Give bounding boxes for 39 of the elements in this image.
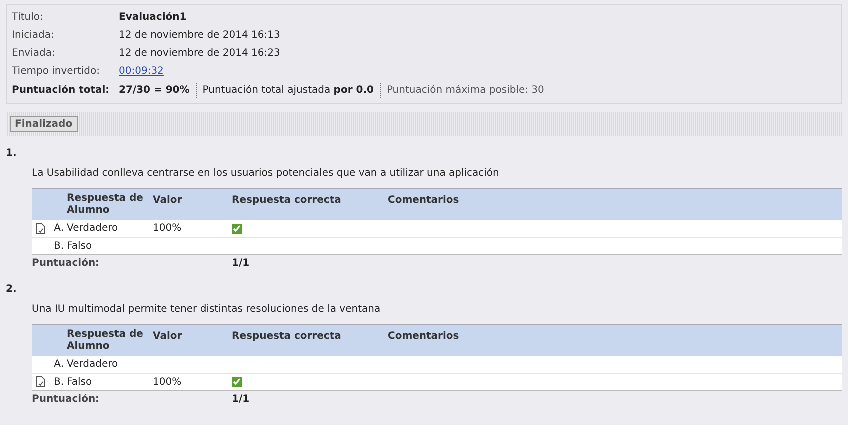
question-text: Una IU multimodal permite tener distintas resoluciones de la ventana (32, 303, 382, 317)
column-header: Comentarios (388, 194, 460, 208)
column-header: Valor (153, 330, 184, 344)
field-label: Título: (12, 10, 44, 24)
answer-text: Falso (67, 376, 94, 390)
column-header: Respuesta de Alumno (67, 193, 144, 218)
column-header: Respuesta correcta (232, 194, 342, 208)
answer-text: Verdadero (67, 358, 120, 372)
column-header: Respuesta correcta (232, 330, 342, 344)
adjusted-score: Puntuación total ajustada por 0.0 (196, 82, 381, 98)
answer-letter: B. (52, 376, 65, 390)
score-value: 1/1 (232, 393, 250, 407)
answer-value: 100% (153, 376, 182, 388)
field-label: Iniciada: (12, 28, 56, 42)
answer-text: Falso (67, 240, 94, 254)
max-score: Puntuación máxima posible: 30 (386, 84, 546, 98)
answer-letter: A. (53, 358, 65, 372)
time-link[interactable]: 00:09:32 (119, 64, 164, 78)
score-label: Puntuación: (32, 393, 101, 407)
total-value: 27/30 = 90% (119, 82, 197, 98)
answer-value: 100% (153, 223, 182, 234)
column-header: Comentarios (388, 330, 460, 344)
question-number: 2. (6, 283, 18, 296)
total-label: Puntuación total: (12, 84, 111, 98)
field-value: 12 de noviembre de 2014 16:23 (119, 46, 280, 60)
column-header: Valor (153, 194, 184, 208)
column-header: Respuesta de Alumno (67, 329, 144, 354)
answer-letter: B. (52, 240, 65, 254)
field-value: Evaluación1 (119, 10, 187, 24)
answer-text: Verdadero (67, 222, 120, 236)
score-value: 1/1 (232, 257, 250, 271)
field-label: Enviada: (12, 46, 56, 60)
field-label: Tiempo invertido: (12, 64, 101, 78)
field-value: 12 de noviembre de 2014 16:13 (119, 28, 280, 42)
status-button[interactable]: Finalizado (10, 116, 78, 132)
score-label: Puntuación: (32, 257, 101, 271)
answer-letter: A. (53, 222, 65, 236)
question-text: La Usabilidad conlleva centrarse en los usuarios potenciales que van a utilizar una aplicación (32, 167, 500, 181)
question-number: 1. (6, 147, 18, 160)
